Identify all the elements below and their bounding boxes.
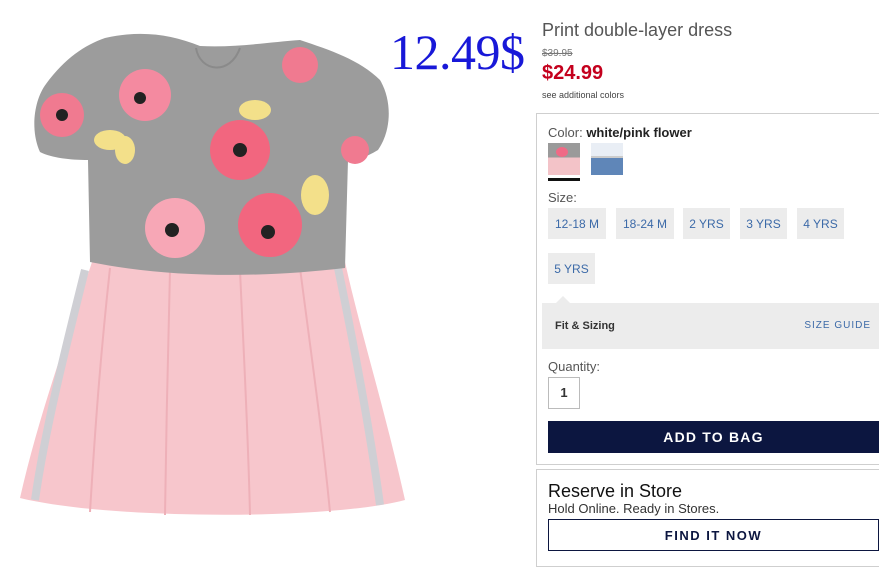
quantity-input[interactable]: 1	[548, 377, 580, 409]
quantity-label: Quantity:	[548, 359, 601, 374]
size-option-2yrs[interactable]: 2 YRS	[683, 208, 730, 239]
fit-sizing-bar: Fit & Sizing SIZE GUIDE	[542, 296, 879, 349]
see-additional-colors-link[interactable]: see additional colors	[542, 90, 624, 100]
overlay-price: 12.49$	[390, 24, 525, 80]
size-option-5yrs[interactable]: 5 YRS	[548, 253, 595, 284]
reserve-subtitle: Hold Online. Ready in Stores.	[548, 501, 720, 516]
sale-price: $24.99	[542, 62, 604, 84]
color-label-text: Color:	[548, 125, 583, 140]
size-option-3yrs[interactable]: 3 YRS	[740, 208, 787, 239]
fit-bar-notch	[556, 296, 570, 303]
find-it-now-button[interactable]: FIND IT NOW	[548, 519, 879, 551]
color-label: Color: white/pink flower	[548, 125, 692, 140]
reserve-title: Reserve in Store	[548, 481, 683, 501]
size-option-12-18m[interactable]: 12-18 M	[548, 208, 606, 239]
size-label: Size:	[548, 190, 577, 205]
add-to-bag-button[interactable]: ADD TO BAG	[548, 421, 879, 453]
selected-swatch-indicator	[548, 178, 580, 181]
product-title: Print double-layer dress	[542, 20, 733, 40]
size-option-18-24m[interactable]: 18-24 M	[616, 208, 674, 239]
dress-illustration	[20, 33, 405, 516]
fit-sizing-title[interactable]: Fit & Sizing	[555, 320, 615, 332]
color-swatch-white-pink-flower[interactable]	[548, 143, 580, 175]
product-image[interactable]	[0, 0, 430, 576]
original-price: $39.95	[542, 48, 573, 59]
selected-color-name: white/pink flower	[586, 125, 692, 140]
options-panel	[536, 113, 879, 465]
size-option-4yrs[interactable]: 4 YRS	[797, 208, 844, 239]
color-swatch-denim[interactable]	[591, 143, 623, 175]
size-guide-link[interactable]: SIZE GUIDE	[804, 320, 871, 331]
